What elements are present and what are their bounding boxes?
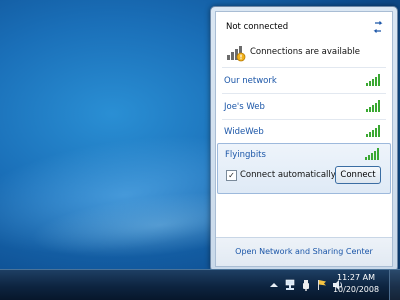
show-hidden-icons-arrow[interactable]	[268, 279, 280, 291]
signal-strength-icon	[366, 125, 380, 137]
signal-strength-icon	[366, 100, 380, 112]
connect-button[interactable]: Connect	[335, 166, 381, 184]
divider	[222, 67, 386, 68]
connection-status-title: Not connected	[226, 22, 289, 32]
clock-time[interactable]: 11:27 AM	[326, 273, 386, 282]
network-item-joes-web[interactable]: Joe's Web	[216, 95, 392, 119]
network-icon[interactable]	[284, 279, 296, 291]
network-name: Our network	[224, 76, 277, 86]
network-name: Joe's Web	[224, 102, 265, 112]
network-flyout: Not connected Connections are available …	[210, 6, 398, 272]
clock-date[interactable]: 10/20/2008	[326, 285, 386, 294]
connect-automatically-checkbox[interactable]: ✓	[226, 170, 237, 181]
signal-strength-icon	[366, 74, 380, 86]
power-icon[interactable]	[300, 279, 312, 291]
refresh-icon[interactable]	[372, 21, 384, 33]
open-network-sharing-center-link[interactable]: Open Network and Sharing Center	[216, 247, 392, 256]
network-item-flyingbits[interactable]: Flyingbits ✓ Connect automatically Conne…	[217, 143, 391, 194]
flyout-footer: Open Network and Sharing Center	[216, 237, 392, 266]
connect-automatically-label: Connect automatically	[240, 170, 336, 180]
signal-strength-icon	[365, 148, 379, 160]
network-flyout-body: Not connected Connections are available …	[215, 11, 393, 267]
network-name: WideWeb	[224, 127, 264, 137]
show-desktop-button[interactable]	[389, 270, 400, 300]
taskbar: 11:27 AM 10/20/2008	[0, 269, 400, 300]
network-item-wideweb[interactable]: WideWeb	[216, 120, 392, 144]
network-name: Flyingbits	[225, 150, 266, 160]
wireless-available-icon	[227, 46, 246, 62]
network-item-our-network[interactable]: Our network	[216, 69, 392, 93]
divider	[222, 93, 386, 94]
connections-available-text: Connections are available	[250, 47, 361, 57]
